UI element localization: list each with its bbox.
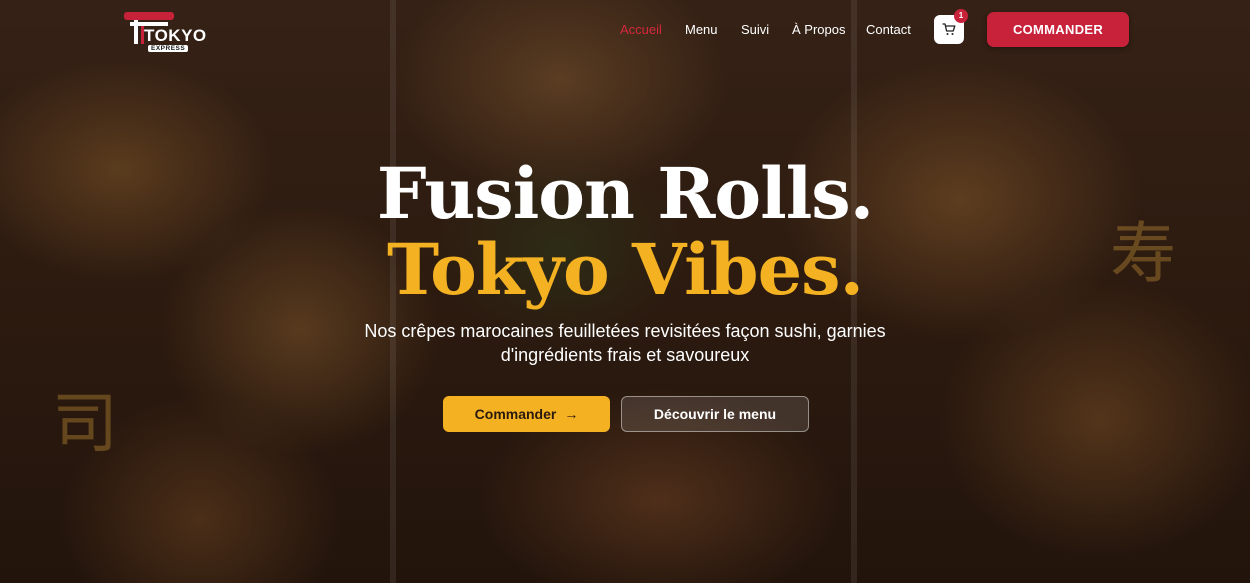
order-button-hero[interactable]: Commander → [443, 396, 610, 432]
brand-tagline: EXPRESS [148, 45, 189, 52]
nav-link-menu[interactable]: Menu [685, 22, 718, 37]
discover-menu-button[interactable]: Découvrir le menu [621, 396, 809, 432]
torii-post-left [134, 20, 138, 44]
torii-gate-icon [124, 12, 174, 20]
hero-subtitle: Nos crêpes marocaines feuilletées revisi… [364, 321, 886, 365]
hero-section: 寿 司 TOKYO EXPRESS Accueil Menu Suivi À P… [0, 0, 1250, 583]
brand-name: TOKYO [144, 26, 207, 45]
order-button-header[interactable]: COMMANDER [987, 12, 1129, 47]
top-navigation: TOKYO EXPRESS Accueil Menu Suivi À Propo… [0, 0, 1250, 60]
brand-logo[interactable]: TOKYO EXPRESS [124, 10, 206, 56]
hero-title-line2: Tokyo Vibes. [387, 228, 864, 311]
hero-title-line1: Fusion Rolls. [376, 152, 874, 235]
nav-link-a-propos[interactable]: À Propos [792, 22, 845, 37]
shopping-cart-icon [942, 23, 956, 35]
order-button-label: Commander [474, 406, 557, 422]
decor-kanji-tsukasa: 司 [52, 385, 118, 462]
nav-link-accueil[interactable]: Accueil [620, 22, 662, 37]
nav-link-suivi[interactable]: Suivi [741, 22, 769, 37]
nav-link-contact[interactable]: Contact [866, 22, 911, 37]
arrow-right-icon: → [564, 406, 579, 422]
cart-count-badge: 1 [954, 9, 968, 23]
